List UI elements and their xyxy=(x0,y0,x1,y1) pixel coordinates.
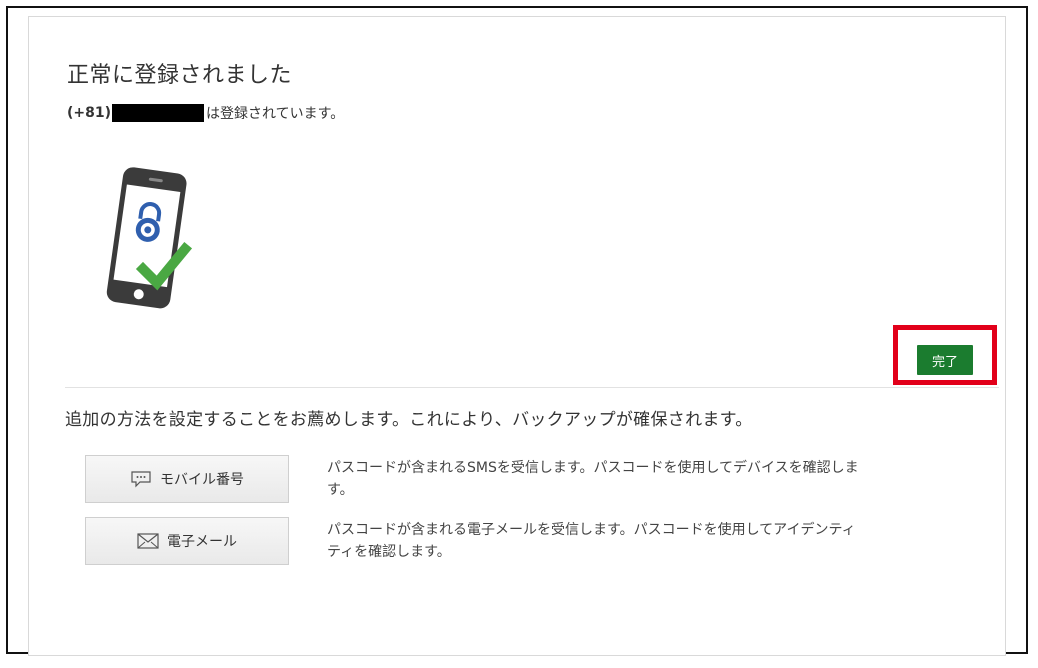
mobile-number-description: パスコードが含まれるSMSを受信します。パスコードを使用してデバイスを確認しま … xyxy=(327,460,859,498)
redacted-phone-number xyxy=(112,104,205,122)
chat-bubble-icon xyxy=(130,470,152,488)
registered-phone-line: (+81) は登録されています。 xyxy=(67,103,344,123)
email-button[interactable]: 電子メール xyxy=(85,517,289,565)
mobile-number-button[interactable]: モバイル番号 xyxy=(85,455,289,503)
registration-panel: 正常に登録されました (+81) は登録されています。 完了 追加の方法を設定す… xyxy=(28,16,1006,656)
done-button-highlight: 完了 xyxy=(893,325,997,385)
country-code: (+81) xyxy=(67,105,112,121)
mobile-number-label: モバイル番号 xyxy=(160,472,244,488)
phone-verified-illustration xyxy=(101,165,211,319)
envelope-icon xyxy=(137,533,159,549)
email-label: 電子メール xyxy=(167,534,237,550)
email-description: パスコードが含まれる電子メールを受信します。パスコードを使用してアイデンティ テ… xyxy=(327,522,856,560)
registered-message: は登録されています。 xyxy=(206,106,345,122)
page-title: 正常に登録されました xyxy=(67,63,293,88)
section-divider xyxy=(65,387,999,388)
recommendation-text: 追加の方法を設定することをお薦めします。これにより、バックアップが確保されます。 xyxy=(65,410,753,430)
done-button[interactable]: 完了 xyxy=(917,345,973,375)
